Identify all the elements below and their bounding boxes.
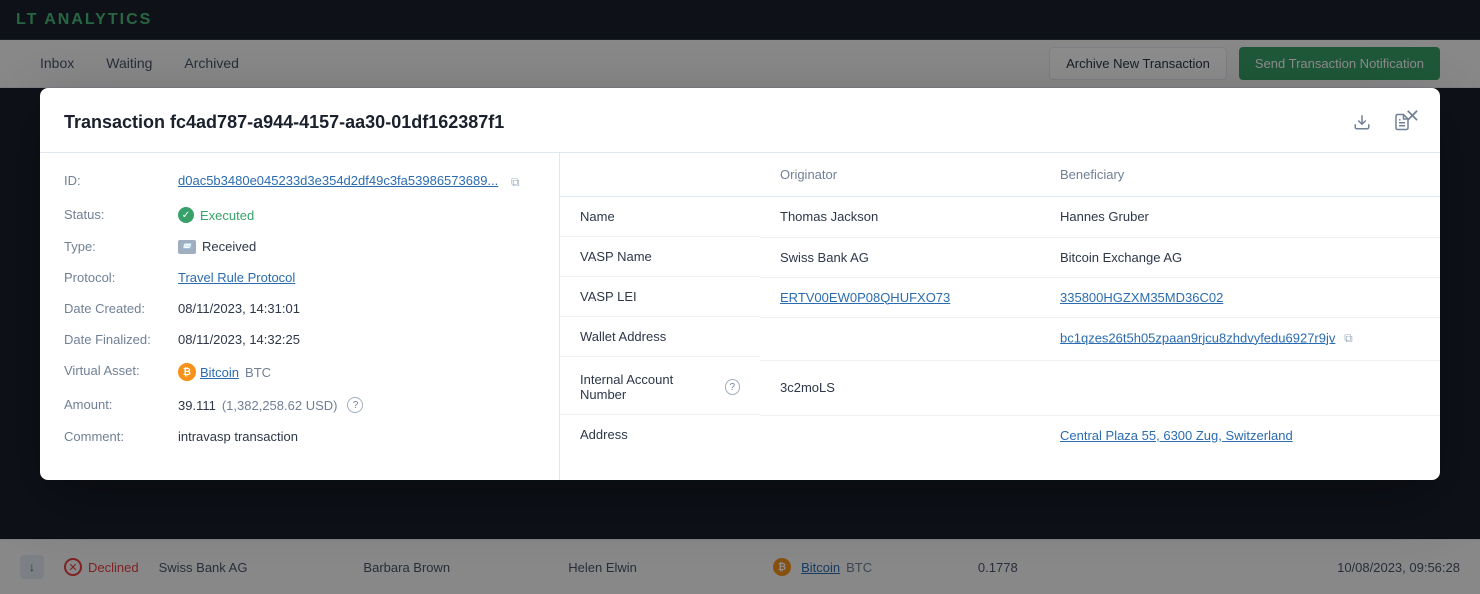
col-header-field: [560, 153, 760, 197]
comment-label: Comment:: [64, 429, 174, 444]
table-row: VASP LEIERTV00EW0P08QHUFXO73335800HGZXM3…: [560, 277, 1440, 317]
id-copy-icon[interactable]: ⧉: [506, 173, 524, 191]
internal-account-info-icon[interactable]: ?: [725, 379, 740, 395]
id-field-row: ID: d0ac5b3480e045233d3e354d2df49c3fa539…: [64, 173, 535, 191]
export-icon[interactable]: [1348, 108, 1376, 136]
bitcoin-name[interactable]: Bitcoin: [200, 365, 239, 380]
table-row: VASP NameSwiss Bank AGBitcoin Exchange A…: [560, 237, 1440, 277]
table-cell-originator: Swiss Bank AG: [760, 237, 1040, 277]
table-cell-beneficiary: [1040, 360, 1440, 415]
table-cell-field: Address: [560, 415, 760, 454]
protocol-value[interactable]: Travel Rule Protocol: [178, 270, 295, 285]
status-value: ✓ Executed: [178, 207, 254, 223]
originator-beneficiary-table: Originator Beneficiary NameThomas Jackso…: [560, 153, 1440, 455]
table-cell-originator: [760, 317, 1040, 360]
table-cell-field: Wallet Address: [560, 317, 760, 357]
table-cell-originator: [760, 415, 1040, 455]
table-row: Wallet Address bc1qzes26t5h05zpaan9rjcu8z…: [560, 317, 1440, 360]
status-executed-icon: ✓: [178, 207, 194, 223]
status-label: Status:: [64, 207, 174, 222]
date-finalized-field-row: Date Finalized: 08/11/2023, 14:32:25: [64, 332, 535, 347]
protocol-label: Protocol:: [64, 270, 174, 285]
received-icon: 📨: [178, 240, 196, 254]
modal-left-panel: ID: d0ac5b3480e045233d3e354d2df49c3fa539…: [40, 153, 560, 480]
amount-value: 39.111: [178, 398, 216, 413]
date-finalized-value: 08/11/2023, 14:32:25: [178, 332, 300, 347]
amount-field-row: Amount: 39.111 (1,382,258.62 USD) ?: [64, 397, 535, 413]
table-cell-field: Internal Account Number?: [560, 360, 760, 415]
modal-close-button[interactable]: ✕: [1405, 106, 1420, 127]
table-header-row: Originator Beneficiary: [560, 153, 1440, 197]
id-value[interactable]: d0ac5b3480e045233d3e354d2df49c3fa5398657…: [178, 173, 498, 188]
modal-overlay: Transaction fc4ad787-a944-4157-aa30-01df…: [0, 0, 1480, 594]
type-label: Type:: [64, 239, 174, 254]
bitcoin-ticker: BTC: [245, 365, 271, 380]
table-cell-field: Name: [560, 197, 760, 237]
table-row: Internal Account Number?3c2moLS: [560, 360, 1440, 415]
transaction-modal: Transaction fc4ad787-a944-4157-aa30-01df…: [40, 88, 1440, 480]
comment-value: intravasp transaction: [178, 429, 298, 444]
date-created-field-row: Date Created: 08/11/2023, 14:31:01: [64, 301, 535, 316]
virtual-asset-label: Virtual Asset:: [64, 363, 174, 378]
modal-header: Transaction fc4ad787-a944-4157-aa30-01df…: [40, 88, 1440, 153]
modal-title: Transaction fc4ad787-a944-4157-aa30-01df…: [64, 112, 1336, 133]
modal-body: ID: d0ac5b3480e045233d3e354d2df49c3fa539…: [40, 153, 1440, 480]
date-created-label: Date Created:: [64, 301, 174, 316]
table-row: NameThomas JacksonHannes Gruber: [560, 197, 1440, 238]
table-cell-originator: 3c2moLS: [760, 360, 1040, 415]
wallet-address-copy-icon[interactable]: ⧉: [1339, 330, 1357, 348]
table-cell-beneficiary[interactable]: bc1qzes26t5h05zpaan9rjcu8zhdvyfedu6927r9…: [1040, 317, 1440, 360]
table-cell-field: VASP LEI: [560, 277, 760, 317]
status-field-row: Status: ✓ Executed: [64, 207, 535, 223]
amount-info-icon[interactable]: ?: [347, 397, 363, 413]
table-cell-beneficiary: Bitcoin Exchange AG: [1040, 237, 1440, 277]
table-cell-beneficiary: Hannes Gruber: [1040, 197, 1440, 238]
col-header-beneficiary: Beneficiary: [1040, 153, 1440, 197]
comment-field-row: Comment: intravasp transaction: [64, 429, 535, 444]
table-cell-field: VASP Name: [560, 237, 760, 277]
amount-label: Amount:: [64, 397, 174, 412]
table-row: Address Central Plaza 55, 6300 Zug, Switz…: [560, 415, 1440, 455]
type-value: 📨 Received: [178, 239, 256, 254]
type-field-row: Type: 📨 Received: [64, 239, 535, 254]
virtual-asset-field-row: Virtual Asset: ₿ Bitcoin BTC: [64, 363, 535, 381]
protocol-field-row: Protocol: Travel Rule Protocol: [64, 270, 535, 285]
modal-right-panel: Originator Beneficiary NameThomas Jackso…: [560, 153, 1440, 480]
date-finalized-label: Date Finalized:: [64, 332, 174, 347]
table-cell-originator[interactable]: ERTV00EW0P08QHUFXO73: [760, 277, 1040, 317]
table-cell-beneficiary[interactable]: Central Plaza 55, 6300 Zug, Switzerland: [1040, 415, 1440, 455]
virtual-asset-value: ₿ Bitcoin BTC: [178, 363, 271, 381]
col-header-originator: Originator: [760, 153, 1040, 197]
id-label: ID:: [64, 173, 174, 188]
table-cell-originator: Thomas Jackson: [760, 197, 1040, 238]
bitcoin-coin-icon: ₿: [178, 363, 196, 381]
amount-value-group: 39.111 (1,382,258.62 USD) ?: [178, 397, 363, 413]
date-created-value: 08/11/2023, 14:31:01: [178, 301, 300, 316]
table-cell-beneficiary[interactable]: 335800HGZXM35MD36C02: [1040, 277, 1440, 317]
amount-usd: (1,382,258.62 USD): [222, 398, 338, 413]
